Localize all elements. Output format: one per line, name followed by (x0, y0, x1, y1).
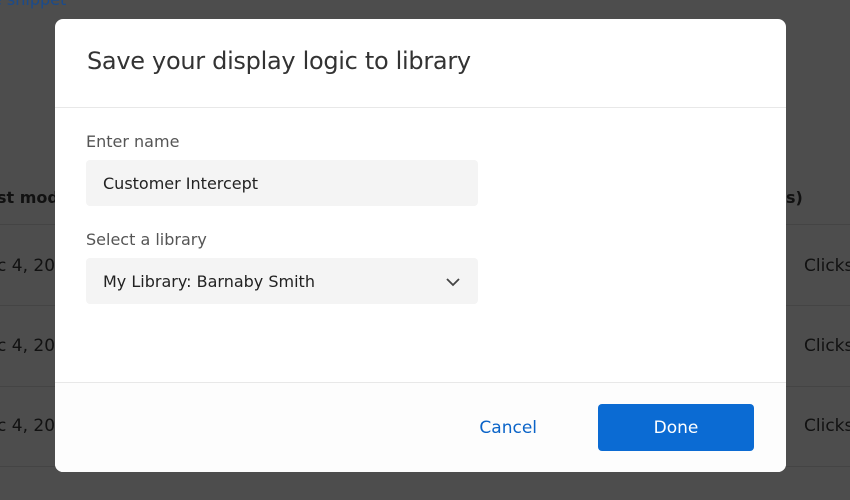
library-select[interactable]: My Library: Barnaby Smith (86, 258, 478, 304)
dialog-body: Enter name Customer Intercept Select a l… (55, 108, 786, 383)
column-header-right: s) (786, 188, 803, 207)
save-to-library-dialog: Save your display logic to library Enter… (55, 19, 786, 472)
dialog-title: Save your display logic to library (87, 47, 471, 75)
cancel-button[interactable]: Cancel (479, 418, 537, 438)
column-header-last-modified: st mod (0, 188, 59, 207)
row-date: c 4, 20 (0, 336, 56, 356)
row-date: c 4, 20 (0, 416, 56, 436)
row-type: Clicks (804, 336, 850, 356)
dialog-header: Save your display logic to library (55, 19, 786, 108)
library-select-value: My Library: Barnaby Smith (103, 271, 315, 291)
done-button[interactable]: Done (598, 404, 754, 451)
chevron-down-icon (445, 272, 461, 291)
name-input-value: Customer Intercept (103, 173, 259, 193)
library-label: Select a library (86, 230, 207, 249)
snippet-link[interactable]: e snippet (0, 0, 66, 9)
row-date: c 4, 20 (0, 256, 56, 276)
dialog-footer: Cancel Done (55, 383, 786, 472)
row-type: Clicks (804, 256, 850, 276)
name-input[interactable]: Customer Intercept (86, 160, 478, 206)
row-type: Clicks (804, 416, 850, 436)
name-label: Enter name (86, 132, 180, 151)
